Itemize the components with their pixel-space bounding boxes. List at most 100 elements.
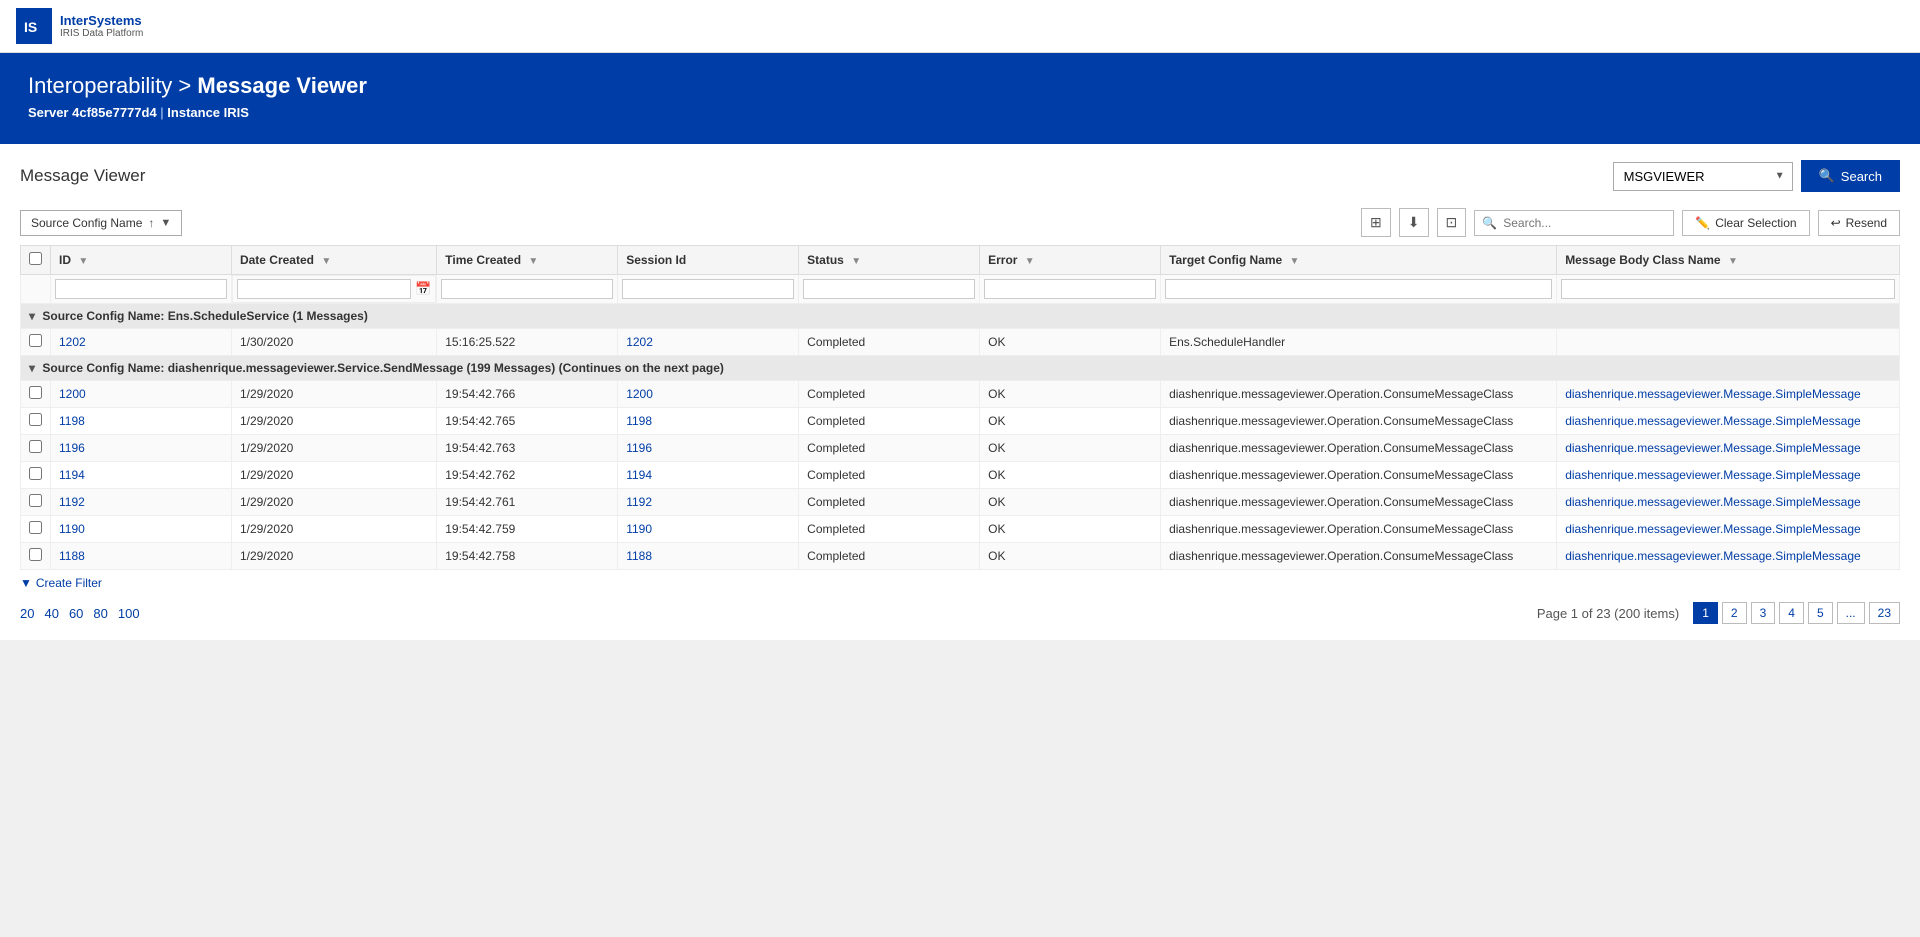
row-session-link[interactable]: 1196 [626,441,652,455]
group-toggle-icon[interactable]: ▾ [29,309,35,323]
col-date-created[interactable]: Date Created ▼ [231,246,436,275]
row-id-link[interactable]: 1198 [59,414,85,428]
col-time-created[interactable]: Time Created ▼ [437,246,618,275]
export-button[interactable]: ⬇ [1399,208,1429,237]
table-row: 1190 1/29/2020 19:54:42.759 1190 Complet… [21,516,1900,543]
row-id-link[interactable]: 1196 [59,441,85,455]
search-button[interactable]: 🔍 Search [1801,160,1900,192]
row-checkbox[interactable] [29,548,42,561]
row-msgbody-link[interactable]: diashenrique.messageviewer.Message.Simpl… [1565,441,1861,455]
filter-error-input[interactable] [984,279,1156,299]
row-msgbody-link[interactable]: diashenrique.messageviewer.Message.Simpl… [1565,414,1861,428]
row-id-link[interactable]: 1190 [59,522,85,536]
filter-status-input[interactable] [803,279,975,299]
row-id-link[interactable]: 1202 [59,335,86,349]
page-num-2[interactable]: 2 [1722,602,1747,624]
row-session-link[interactable]: 1194 [626,468,652,482]
row-id-link[interactable]: 1200 [59,387,86,401]
row-checkbox[interactable] [29,494,42,507]
row-time-created: 19:54:42.766 [437,381,618,408]
row-session-link[interactable]: 1202 [626,335,653,349]
fullscreen-button[interactable]: ⊞ [1361,208,1391,237]
row-id-link[interactable]: 1192 [59,495,85,509]
page-num-3[interactable]: 3 [1751,602,1776,624]
group-toggle-icon[interactable]: ▾ [29,361,35,375]
page-sizes: 20 40 60 80 100 [20,606,140,621]
row-checkbox[interactable] [29,467,42,480]
page-num-1[interactable]: 1 [1693,602,1718,624]
page-size-80[interactable]: 80 [93,606,107,621]
row-checkbox[interactable] [29,413,42,426]
col-error[interactable]: Error ▼ [980,246,1161,275]
filter-target-input[interactable] [1165,279,1552,299]
top-nav: IS InterSystems IRIS Data Platform [0,0,1920,53]
row-checkbox[interactable] [29,334,42,347]
page-num-4[interactable]: 4 [1779,602,1804,624]
date-filter-icon[interactable]: ▼ [321,256,331,267]
filter-session-input[interactable] [622,279,794,299]
row-status: Completed [799,408,980,435]
col-session-id[interactable]: Session Id [618,246,799,275]
status-filter-icon[interactable]: ▼ [851,256,861,267]
page-num-...[interactable]: ... [1837,602,1865,624]
clear-selection-button[interactable]: ✏️ Clear Selection [1682,210,1809,236]
instance-label: Instance [167,105,220,120]
row-checkbox-cell [21,329,51,356]
row-id-link[interactable]: 1188 [59,549,85,563]
row-id-link[interactable]: 1194 [59,468,85,482]
row-session-link[interactable]: 1188 [626,549,652,563]
row-session-link[interactable]: 1190 [626,522,652,536]
toolbar-right: ⊞ ⬇ ⊡ 🔍 ✏️ Clear Selection ↩ Resend [1361,208,1900,237]
page-size-100[interactable]: 100 [118,606,140,621]
page-size-20[interactable]: 20 [20,606,34,621]
row-msgbody-link[interactable]: diashenrique.messageviewer.Message.Simpl… [1565,549,1861,563]
row-msgbody-link[interactable]: diashenrique.messageviewer.Message.Simpl… [1565,468,1861,482]
row-msgbody-link[interactable]: diashenrique.messageviewer.Message.Simpl… [1565,495,1861,509]
filter-msgbody-input[interactable] [1561,279,1895,299]
msgbody-filter-icon[interactable]: ▼ [1728,256,1738,267]
row-id: 1192 [51,489,232,516]
select-all-checkbox[interactable] [29,252,42,265]
row-msgbody-link[interactable]: diashenrique.messageviewer.Message.Simpl… [1565,387,1861,401]
col-id[interactable]: ID ▼ [51,246,232,275]
filter-id-input[interactable] [55,279,227,299]
row-session-link[interactable]: 1200 [626,387,653,401]
namespace-dropdown-wrapper[interactable]: MSGVIEWER [1613,162,1793,191]
breadcrumb-title: Message Viewer [197,73,367,98]
namespace-dropdown[interactable]: MSGVIEWER [1613,162,1793,191]
resend-button[interactable]: ↩ Resend [1818,210,1900,236]
page-num-5[interactable]: 5 [1808,602,1833,624]
row-msgbody-class: diashenrique.messageviewer.Message.Simpl… [1557,489,1900,516]
group-name: Source Config Name: Ens.ScheduleService … [42,309,367,323]
toolbar-row: Source Config Name ↑ ▼ ⊞ ⬇ ⊡ 🔍 ✏️ Clear … [20,208,1900,237]
create-filter-link[interactable]: ▼ Create Filter [20,576,1900,590]
copy-button[interactable]: ⊡ [1437,208,1467,237]
row-date-created: 1/29/2020 [231,543,436,570]
col-message-body-class-name[interactable]: Message Body Class Name ▼ [1557,246,1900,275]
target-filter-icon[interactable]: ▼ [1290,256,1300,267]
row-status: Completed [799,381,980,408]
time-filter-icon[interactable]: ▼ [528,256,538,267]
server-label: Server [28,105,68,120]
filter-time-input[interactable] [441,279,613,299]
filter-date-input[interactable] [237,279,411,299]
col-target-config-name[interactable]: Target Config Name ▼ [1161,246,1557,275]
id-filter-icon[interactable]: ▼ [78,256,88,267]
row-msgbody-link[interactable]: diashenrique.messageviewer.Message.Simpl… [1565,522,1861,536]
page-size-40[interactable]: 40 [44,606,58,621]
row-checkbox-cell [21,543,51,570]
table-body: ▾ Source Config Name: Ens.ScheduleServic… [21,304,1900,570]
search-input[interactable] [1474,210,1674,236]
table-row: 1194 1/29/2020 19:54:42.762 1194 Complet… [21,462,1900,489]
row-checkbox[interactable] [29,440,42,453]
calendar-icon[interactable]: 📅 [415,281,431,297]
error-filter-icon[interactable]: ▼ [1025,256,1035,267]
page-size-60[interactable]: 60 [69,606,83,621]
col-status[interactable]: Status ▼ [799,246,980,275]
pagination-right: Page 1 of 23 (200 items) 12345...23 [1537,602,1900,624]
page-num-23[interactable]: 23 [1869,602,1900,624]
row-checkbox[interactable] [29,386,42,399]
row-checkbox[interactable] [29,521,42,534]
row-session-link[interactable]: 1192 [626,495,652,509]
row-session-link[interactable]: 1198 [626,414,652,428]
